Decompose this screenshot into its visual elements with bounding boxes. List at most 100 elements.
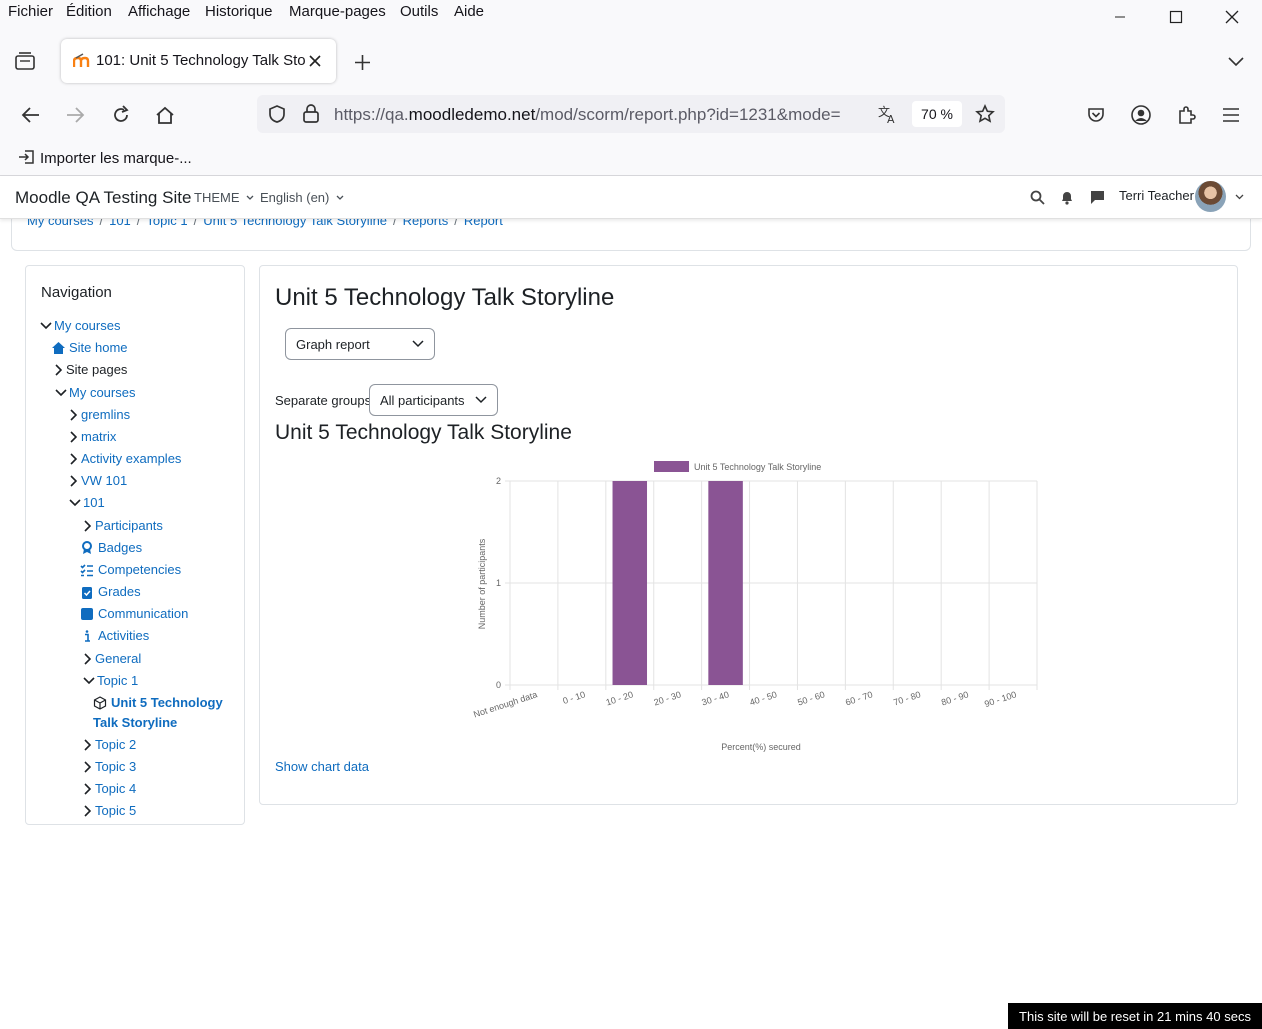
nav-site-home[interactable]: Site home	[51, 340, 128, 355]
search-icon[interactable]	[1030, 190, 1045, 205]
chevron-right-icon	[84, 760, 91, 773]
tracking-protection-icon[interactable]	[267, 104, 287, 124]
nav-topic-5[interactable]: Topic 5	[83, 803, 136, 818]
lock-icon[interactable]	[302, 103, 320, 124]
nav-label: Badges	[98, 540, 143, 555]
groups-select[interactable]: All participants	[369, 384, 498, 416]
site-name-link[interactable]: Moodle QA Testing Site	[15, 188, 191, 208]
nav-general[interactable]: General	[83, 651, 141, 666]
bookmarks-toolbar: Importer les marque-...	[0, 140, 1262, 176]
nav-competencies[interactable]: Competencies	[80, 562, 181, 577]
navigation-title: Navigation	[41, 284, 112, 301]
nav-label: Topic 3	[95, 759, 137, 774]
extensions-puzzle-icon	[1179, 106, 1196, 124]
report-type-select[interactable]: Graph report	[285, 328, 435, 360]
nav-communication[interactable]: Communication	[80, 606, 188, 621]
url-text[interactable]: https://qa.moodledemo.net/mod/scorm/repo…	[334, 105, 864, 125]
nav-activities[interactable]: Activities	[80, 628, 149, 643]
import-bookmarks-button[interactable]: Importer les marque-...	[18, 149, 192, 167]
minimize-icon	[1115, 16, 1125, 18]
x-tick-label: 40 - 50	[748, 689, 778, 707]
close-window-button[interactable]	[1204, 0, 1260, 34]
nav-vw-101[interactable]: VW 101	[69, 473, 127, 488]
tab-overview-button[interactable]	[12, 49, 38, 78]
nav-topic-4[interactable]: Topic 4	[83, 781, 136, 796]
menu-marque-pages[interactable]: Marque-pages	[289, 3, 386, 20]
menu-edition[interactable]: Édition	[66, 3, 112, 20]
new-tab-icon[interactable]	[354, 54, 371, 71]
menu-outils[interactable]: Outils	[400, 3, 438, 20]
moodle-navbar: Moodle QA Testing Site THEME English (en…	[0, 176, 1262, 219]
close-tab-icon[interactable]	[309, 55, 321, 67]
nav-topic-1[interactable]: Topic 1	[83, 673, 138, 688]
nav-activity-examples[interactable]: Activity examples	[69, 451, 181, 466]
minimize-button[interactable]	[1092, 0, 1148, 34]
forward-arrow-icon	[67, 107, 85, 123]
menu-historique[interactable]: Historique	[205, 3, 273, 20]
close-icon	[1225, 10, 1239, 24]
nav-site-pages[interactable]: Site pages	[54, 362, 127, 377]
show-chart-data-link[interactable]: Show chart data	[275, 759, 369, 774]
chevron-right-icon	[70, 408, 77, 421]
chevron-right-icon	[84, 782, 91, 795]
chevron-right-icon	[84, 519, 91, 532]
nav-matrix[interactable]: matrix	[69, 429, 116, 444]
nav-participants[interactable]: Participants	[83, 518, 163, 533]
nav-topic-2[interactable]: Topic 2	[83, 737, 136, 752]
translate-icon[interactable]: 文 A	[877, 104, 899, 124]
nav-grades[interactable]: Grades	[80, 584, 141, 599]
account-button[interactable]	[1124, 98, 1158, 132]
user-name[interactable]: Terri Teacher	[1119, 188, 1194, 203]
pocket-button[interactable]	[1079, 98, 1113, 132]
legend-swatch[interactable]	[654, 461, 689, 472]
nav-topic-3[interactable]: Topic 3	[83, 759, 136, 774]
chevron-down-icon	[475, 396, 487, 404]
nav-my-courses-root[interactable]: My courses	[40, 318, 120, 333]
y-tick-label: 2	[496, 476, 501, 486]
account-icon	[1131, 105, 1151, 125]
x-tick-label: 10 - 20	[605, 689, 635, 707]
notifications-bell-icon[interactable]	[1060, 190, 1074, 205]
nav-badges[interactable]: Badges	[80, 540, 142, 555]
x-axis-title: Percent(%) secured	[721, 742, 801, 752]
menu-aide[interactable]: Aide	[454, 3, 484, 20]
messages-icon[interactable]	[1090, 190, 1105, 205]
nav-unit5-activity[interactable]: Unit 5 Technology	[93, 695, 223, 710]
forward-button[interactable]	[58, 98, 92, 132]
user-menu-chevron-icon[interactable]	[1235, 194, 1244, 200]
chart-bar[interactable]	[708, 481, 743, 685]
nav-course-101[interactable]: 101	[69, 495, 105, 510]
menu-affichage[interactable]: Affichage	[128, 3, 190, 20]
chart-labels: 0 1 2 Not enough data 0 - 10 10 - 20 20 - 30 30…	[472, 476, 1017, 719]
maximize-button[interactable]	[1148, 0, 1204, 34]
nav-label: General	[95, 651, 142, 666]
theme-menu[interactable]: THEME	[194, 190, 254, 205]
bookmark-star-icon[interactable]	[975, 104, 995, 124]
home-button[interactable]	[148, 98, 182, 132]
nav-my-courses[interactable]: My courses	[55, 385, 135, 400]
legend-label[interactable]: Unit 5 Technology Talk Storyline	[694, 462, 821, 472]
language-menu[interactable]: English (en)	[260, 190, 344, 205]
nav-unit5-activity-line2[interactable]: Talk Storyline	[93, 715, 177, 730]
browser-tab[interactable]: 101: Unit 5 Technology Talk Storyline	[61, 39, 336, 83]
list-tabs-icon[interactable]	[1227, 56, 1245, 68]
app-menu-button[interactable]	[1214, 98, 1248, 132]
home-icon	[52, 341, 65, 354]
avatar[interactable]	[1195, 181, 1226, 212]
url-bar[interactable]: https://qa.moodledemo.net/mod/scorm/repo…	[257, 95, 1005, 133]
reload-button[interactable]	[104, 98, 138, 132]
nav-gremlins[interactable]: gremlins	[69, 407, 130, 422]
tab-strip: 101: Unit 5 Technology Talk Storyline	[0, 34, 1262, 90]
y-axis-title: Number of participants	[477, 538, 487, 629]
zoom-level-button[interactable]: 70 %	[912, 101, 962, 127]
nav-label: Competencies	[98, 562, 182, 577]
chevron-down-icon	[336, 195, 344, 200]
back-button[interactable]	[14, 98, 48, 132]
menu-fichier[interactable]: Fichier	[8, 3, 53, 20]
extensions-button[interactable]	[1169, 98, 1203, 132]
chart-grid	[505, 480, 1038, 690]
badge-icon	[82, 540, 92, 554]
moodle-favicon-icon	[73, 53, 90, 67]
x-tick-label: 50 - 60	[796, 689, 826, 707]
chart-bar[interactable]	[612, 481, 648, 685]
